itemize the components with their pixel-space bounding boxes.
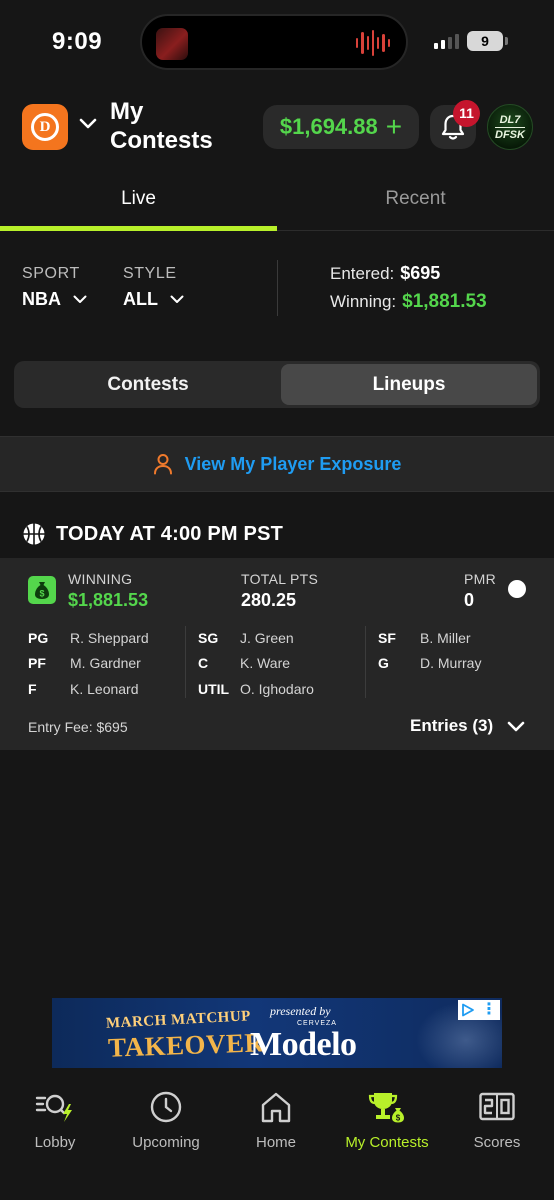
lineup-player: R. Sheppard <box>70 630 149 646</box>
draftkings-logo[interactable]: D <box>22 104 68 150</box>
nav-my-contests[interactable]: $ My Contests <box>332 1090 442 1151</box>
audio-waveform-icon <box>356 28 390 58</box>
person-icon <box>153 454 172 475</box>
entered-value: $695 <box>400 263 441 283</box>
entries-dropdown[interactable]: Entries (3) <box>410 716 525 736</box>
pmr-value: 0 <box>464 590 475 610</box>
lineup-position: PF <box>28 655 46 671</box>
lineup-position: G <box>378 655 389 671</box>
avatar[interactable]: DL7 DFSK <box>487 104 533 150</box>
sponsor-ad-banner[interactable]: MARCH MATCHUP TAKEOVER presented by CERV… <box>52 998 502 1068</box>
winning-value: $1,881.53 <box>402 291 487 312</box>
chevron-down-icon <box>507 721 525 731</box>
notification-count-badge: 11 <box>453 100 480 127</box>
entries-label: Entries (3) <box>410 716 494 735</box>
nav-upcoming[interactable]: Upcoming <box>111 1090 221 1151</box>
lineup-player: D. Murray <box>420 655 482 671</box>
add-funds-icon: + <box>385 111 403 142</box>
player-exposure-label: View My Player Exposure <box>184 453 402 474</box>
entry-fee: Entry Fee: $695 <box>28 719 128 735</box>
view-toggle: Contests Lineups <box>14 361 540 408</box>
status-time: 9:09 <box>52 28 103 55</box>
contest-group-header: TODAY AT 4:00 PM PST <box>22 522 283 546</box>
home-icon <box>261 1092 291 1123</box>
balance-button[interactable]: $1,694.88 + <box>263 105 419 149</box>
lineup-player: O. Ighodaro <box>240 681 314 697</box>
nav-my-contests-label: My Contests <box>345 1134 429 1151</box>
lineup-position: SG <box>198 630 219 646</box>
lineup-position: UTIL <box>198 681 230 697</box>
page-title-line2: Contests <box>110 127 213 154</box>
svg-text:$: $ <box>39 589 44 599</box>
ad-choices-icon[interactable]: ⋮ <box>458 1000 500 1020</box>
ad-brand-logo: Modelo <box>250 1026 357 1063</box>
lineup-position: PG <box>28 630 49 646</box>
lineup-player: K. Ware <box>240 655 291 671</box>
lineup-player: J. Green <box>240 630 294 646</box>
lineup-position: SF <box>378 630 396 646</box>
player-exposure-link[interactable]: View My Player Exposure <box>0 436 554 492</box>
nav-lobby[interactable]: Lobby <box>0 1090 110 1151</box>
draftkings-crown-icon: D <box>31 113 59 141</box>
chevron-down-icon <box>73 295 87 303</box>
winning-label: Winning: <box>330 292 397 311</box>
chevron-down-icon[interactable] <box>79 117 97 135</box>
pmr-progress-icon <box>508 580 526 598</box>
clock-icon <box>150 1091 182 1123</box>
battery-icon: 9 <box>467 31 503 51</box>
ad-headline-line2: TAKEOVER <box>107 1027 265 1063</box>
segment-contests[interactable]: Contests <box>17 364 279 405</box>
basketball-icon <box>23 523 45 545</box>
cellular-signal-icon <box>434 34 459 49</box>
lineup-position: C <box>198 655 209 671</box>
page-title-line1: My <box>110 98 144 125</box>
money-bag-icon: $ <box>28 576 56 604</box>
svg-text:$: $ <box>396 1114 401 1123</box>
now-playing-artwork <box>156 28 188 60</box>
chevron-down-icon <box>170 295 184 303</box>
lineup-player: K. Leonard <box>70 681 139 697</box>
nav-home[interactable]: Home <box>221 1090 331 1151</box>
scoreboard-icon <box>479 1092 515 1121</box>
lineup-column-divider <box>365 626 366 698</box>
tab-live[interactable]: Live <box>0 188 277 210</box>
entered-label: Entered: <box>330 264 395 283</box>
avatar-text-top: DL7 <box>499 113 521 126</box>
style-filter-dropdown[interactable]: ALL <box>123 289 184 310</box>
lobby-search-bolt-icon <box>35 1094 72 1122</box>
filter-divider <box>277 260 278 316</box>
contest-group-title: TODAY AT 4:00 PM PST <box>56 522 284 545</box>
nav-scores[interactable]: Scores <box>442 1090 552 1151</box>
balance-amount: $1,694.88 <box>279 114 378 139</box>
style-filter-value: ALL <box>123 289 158 309</box>
trophy-money-icon: $ <box>368 1093 404 1123</box>
total-pts-value: 280.25 <box>241 590 297 610</box>
ad-presented-by: presented by <box>270 1004 331 1018</box>
battery-tip <box>505 37 508 45</box>
pmr-label: PMR <box>464 571 497 587</box>
tab-recent[interactable]: Recent <box>277 188 554 210</box>
nav-lobby-label: Lobby <box>34 1134 76 1151</box>
entered-summary: Entered: $695 <box>330 263 440 284</box>
segment-lineups[interactable]: Lineups <box>281 364 537 405</box>
avatar-text-bottom: DFSK <box>495 128 525 141</box>
lineup-position: F <box>28 681 37 697</box>
lineup-player: M. Gardner <box>70 655 141 671</box>
total-pts-label: TOTAL PTS <box>241 571 319 587</box>
winning-summary: Winning: $1,881.53 <box>330 291 487 313</box>
lineup-player: B. Miller <box>420 630 471 646</box>
nav-scores-label: Scores <box>473 1134 521 1151</box>
tab-active-indicator <box>0 226 277 231</box>
sport-filter-label: SPORT <box>22 265 80 282</box>
sport-filter-dropdown[interactable]: NBA <box>22 289 87 310</box>
page-title: My Contests <box>110 97 213 155</box>
dynamic-island <box>140 14 408 70</box>
lineup-column-divider <box>185 626 186 698</box>
style-filter-label: STYLE <box>123 265 177 282</box>
winning-amount: $1,881.53 <box>68 590 149 610</box>
winning-label: WINNING <box>68 571 133 587</box>
nav-upcoming-label: Upcoming <box>132 1134 200 1151</box>
sport-filter-value: NBA <box>22 289 61 309</box>
nav-home-label: Home <box>255 1134 296 1151</box>
